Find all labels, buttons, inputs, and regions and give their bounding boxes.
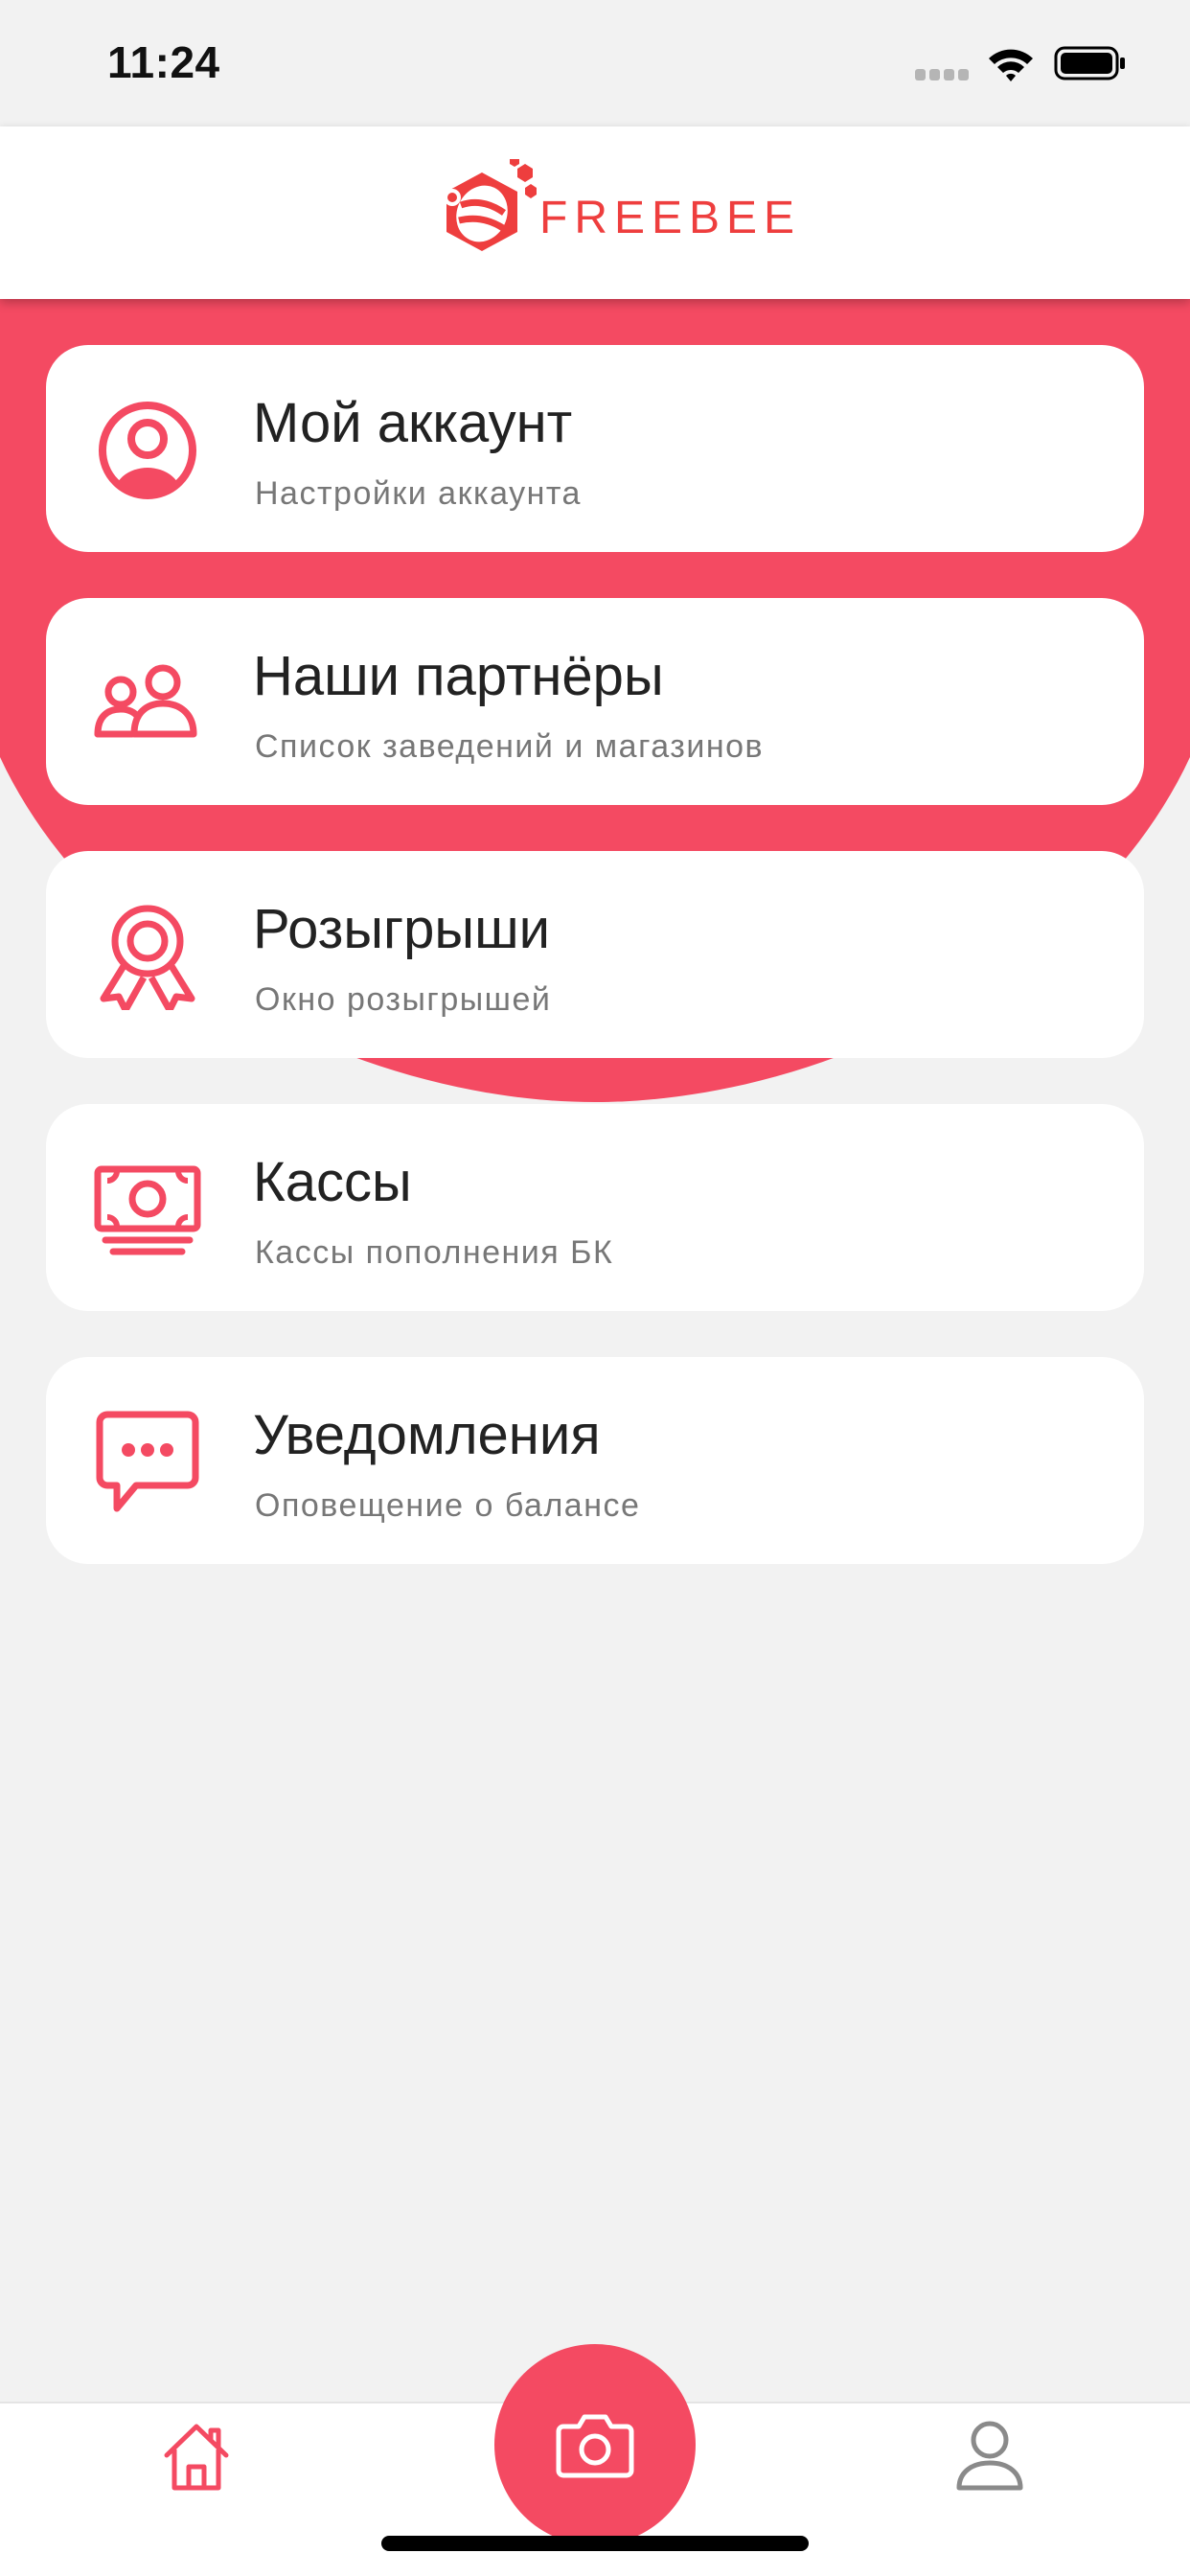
- camera-icon: [556, 2414, 634, 2478]
- app-screen: 11:24 FREEBEE Мой аккаунт Настройки акка…: [0, 0, 1190, 2576]
- menu-item-title: Уведомления: [253, 1404, 601, 1466]
- home-indicator: [381, 2536, 809, 2551]
- menu-item-notifications[interactable]: Уведомления Оповещение о балансе: [46, 1357, 1144, 1564]
- logo-text: FREEBEE: [539, 193, 802, 243]
- user-circle-icon: [99, 402, 196, 499]
- bee-logo-icon: [444, 159, 537, 251]
- app-header: FREEBEE: [0, 126, 1190, 299]
- menu-item-subtitle: Оповещение о балансе: [255, 1487, 641, 1524]
- menu-item-subtitle: Окно розыгрышей: [255, 981, 552, 1018]
- menu-item-my-account[interactable]: Мой аккаунт Настройки аккаунта: [46, 345, 1144, 552]
- home-icon[interactable]: [161, 2421, 232, 2492]
- money-bill-icon: [94, 1165, 201, 1255]
- menu-item-subtitle: Список заведений и магазинов: [255, 728, 765, 765]
- battery-icon: [1054, 46, 1125, 80]
- menu-item-title: Розыгрыши: [253, 898, 551, 960]
- camera-button[interactable]: [494, 2344, 696, 2545]
- chat-bubble-icon: [96, 1411, 199, 1512]
- menu-item-subtitle: Настройки аккаунта: [255, 475, 582, 512]
- cellular-signal-icon: [915, 69, 969, 80]
- menu-item-title: Мой аккаунт: [253, 392, 573, 454]
- freebee-logo: FREEBEE: [429, 155, 794, 270]
- main-menu: Мой аккаунт Настройки аккаунта Наши парт…: [46, 345, 1144, 1610]
- status-time: 11:24: [107, 37, 220, 87]
- wifi-icon: [989, 49, 1033, 81]
- award-ribbon-icon: [100, 905, 195, 1010]
- menu-item-giveaways[interactable]: Розыгрыши Окно розыгрышей: [46, 851, 1144, 1058]
- user-icon[interactable]: [954, 2419, 1025, 2492]
- menu-item-partners[interactable]: Наши партнёры Список заведений и магазин…: [46, 598, 1144, 805]
- status-bar: 11:24: [0, 0, 1190, 126]
- menu-item-title: Наши партнёры: [253, 645, 664, 707]
- menu-item-cashboxes[interactable]: Кассы Кассы пополнения БК: [46, 1104, 1144, 1311]
- menu-item-title: Кассы: [253, 1151, 412, 1213]
- menu-item-subtitle: Кассы пополнения БК: [255, 1234, 614, 1271]
- users-icon: [94, 664, 197, 738]
